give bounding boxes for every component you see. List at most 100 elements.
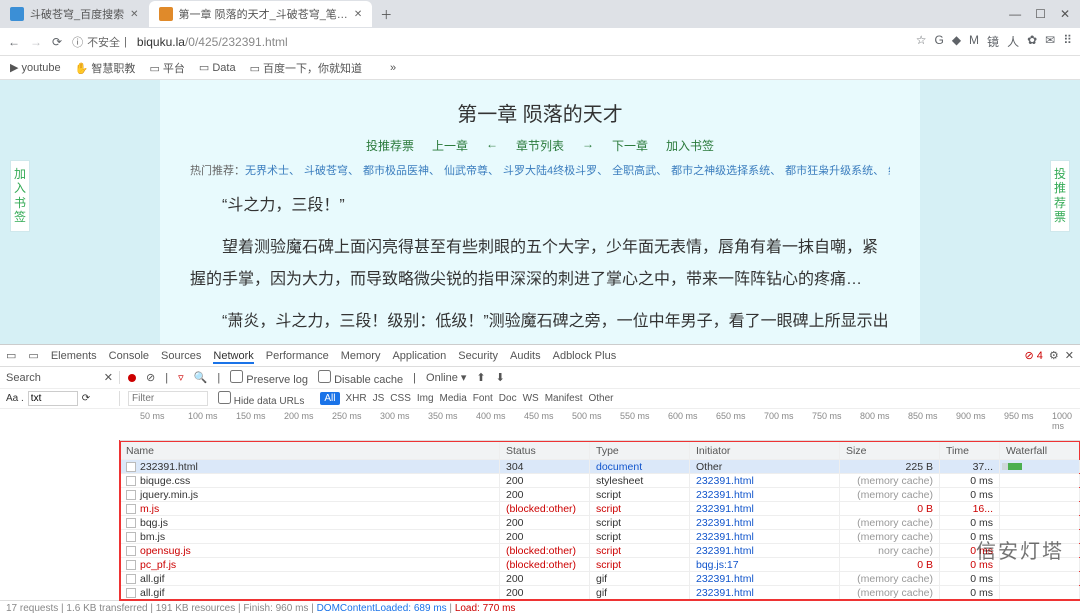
filter-category[interactable]: CSS — [390, 393, 411, 404]
paragraph: 望着测验魔石碑上面闪亮得甚至有些刺眼的五个大字，少年面无表情，唇角有着一抹自嘲，… — [190, 232, 890, 296]
close-icon[interactable]: ✕ — [354, 9, 362, 20]
download-icon[interactable]: ⬇ — [496, 371, 505, 384]
network-row[interactable]: bm.js200script232391.html(memory cache)0… — [120, 530, 1080, 544]
extension-icon[interactable]: ✿ — [1027, 33, 1037, 50]
devtools-tab[interactable]: Performance — [266, 350, 329, 362]
window-maximize-icon[interactable]: ☐ — [1035, 7, 1046, 21]
devtools-tab[interactable]: Application — [392, 350, 446, 362]
extension-icon[interactable]: 镜 — [987, 33, 999, 50]
window-close-icon[interactable]: ✕ — [1060, 7, 1070, 21]
nav-forward-icon[interactable]: → — [30, 35, 42, 49]
chapter-nav-link[interactable]: 上一章 — [432, 137, 468, 154]
hot-link[interactable]: 斗破苍穹、 — [304, 165, 359, 177]
network-row[interactable]: m.js(blocked:other)script232391.html0 B1… — [120, 502, 1080, 516]
network-row[interactable]: pc_pf.js(blocked:other)scriptbqg.js:170 … — [120, 558, 1080, 572]
devtools-tab[interactable]: Network — [213, 350, 253, 364]
search-input[interactable] — [28, 391, 78, 406]
chapter-nav-link[interactable]: 投推荐票 — [366, 137, 414, 154]
bookmark-item[interactable]: ▭ 百度一下，你就知道 — [250, 60, 362, 76]
filter-category[interactable]: Other — [589, 393, 614, 404]
extension-icon[interactable]: G — [934, 33, 943, 50]
filter-category[interactable]: Manifest — [545, 393, 583, 404]
bookmark-item[interactable]: ✋ 智慧职教 — [75, 60, 136, 76]
network-timeline[interactable]: 50 ms100 ms150 ms200 ms250 ms300 ms350 m… — [120, 409, 1080, 441]
network-row[interactable]: all.gif200gif232391.html(memory cache)0 … — [120, 586, 1080, 600]
close-icon[interactable]: ✕ — [130, 9, 138, 20]
chapter-nav-link[interactable]: 加入书签 — [666, 137, 714, 154]
filter-category[interactable]: Img — [417, 393, 434, 404]
network-toolbar: ⊘ | ▿ 🔍 | Preserve log Disable cache | O… — [120, 370, 513, 386]
security-chip[interactable]: ⓘ 不安全 | — [72, 34, 127, 50]
hide-data-urls-checkbox[interactable]: Hide data URLs — [218, 391, 304, 407]
devtools-tab[interactable]: Security — [458, 350, 498, 362]
hot-link[interactable]: 斗罗大陆4终极斗罗、 — [503, 165, 608, 177]
disable-cache-checkbox[interactable]: Disable cache — [318, 370, 403, 386]
refresh-icon[interactable]: ⟳ — [82, 393, 90, 404]
devtools-tab[interactable]: Memory — [341, 350, 381, 362]
filter-input[interactable] — [128, 391, 208, 406]
filter-icon[interactable]: ▿ — [178, 371, 184, 384]
hot-link[interactable]: 都市之神级选择系统、 — [671, 165, 781, 177]
clear-icon[interactable]: ⊘ — [146, 371, 155, 384]
extension-icon[interactable]: ✉ — [1045, 33, 1055, 50]
close-icon[interactable]: ✕ — [104, 371, 113, 384]
bookmark-item[interactable]: ▭ Data — [199, 61, 236, 74]
search-icon[interactable]: 🔍 — [194, 371, 208, 384]
filter-category[interactable]: XHR — [346, 393, 367, 404]
window-minimize-icon[interactable]: — — [1009, 7, 1021, 21]
bookmark-item[interactable]: » — [390, 62, 396, 74]
upload-icon[interactable]: ⬆ — [476, 371, 485, 384]
hot-link[interactable]: 都市极品医神、 — [363, 165, 440, 177]
hot-link[interactable]: 全职高武、 — [612, 165, 667, 177]
hot-link[interactable]: 终极修炼在都市、 — [888, 165, 890, 177]
chapter-nav-link[interactable]: 章节列表 — [516, 137, 564, 154]
throttle-select[interactable]: Online ▾ — [426, 371, 466, 384]
preserve-log-checkbox[interactable]: Preserve log — [230, 370, 308, 386]
filter-category[interactable]: WS — [523, 393, 539, 404]
side-button-bookmark[interactable]: 加入书签 — [10, 160, 30, 232]
device-icon[interactable]: ▭ — [28, 349, 38, 362]
reload-icon[interactable]: ⟳ — [52, 35, 62, 49]
extension-icon[interactable]: ☆ — [916, 33, 927, 50]
hot-link[interactable]: 无界术士、 — [245, 165, 300, 177]
settings-icon[interactable]: ⚙ — [1049, 349, 1059, 362]
network-row[interactable]: biquge.css200stylesheet232391.html(memor… — [120, 474, 1080, 488]
bookmark-item[interactable]: ▭ 平台 — [149, 60, 184, 76]
devtools-tab[interactable]: Sources — [161, 350, 201, 362]
devtools-tab[interactable]: Adblock Plus — [553, 350, 617, 362]
close-icon[interactable]: ✕ — [1065, 349, 1074, 362]
network-row[interactable]: opensug.js(blocked:other)script232391.ht… — [120, 544, 1080, 558]
record-icon[interactable] — [128, 374, 136, 382]
side-button-vote[interactable]: 投推荐票 — [1050, 160, 1070, 232]
filter-category[interactable]: Doc — [499, 393, 517, 404]
new-tab-button[interactable]: ＋ — [372, 6, 400, 23]
devtools-tab[interactable]: Audits — [510, 350, 541, 362]
devtools-tab[interactable]: Console — [109, 350, 149, 362]
filter-category[interactable]: Media — [440, 393, 467, 404]
browser-tab[interactable]: 斗破苍穹_百度搜索 ✕ — [0, 1, 149, 27]
address-bar[interactable]: biquku.la/0/425/232391.html — [137, 35, 906, 49]
extension-icon[interactable]: M — [969, 33, 979, 50]
devtools-tab[interactable]: Elements — [51, 350, 97, 362]
chapter-nav-link[interactable]: → — [582, 137, 594, 154]
inspect-icon[interactable]: ▭ — [6, 349, 16, 362]
hot-link[interactable]: 都市狂枭升级系统、 — [785, 165, 884, 177]
chapter-nav-link[interactable]: ← — [486, 137, 498, 154]
extension-icon[interactable]: ◆ — [952, 33, 961, 50]
hot-link[interactable]: 仙武帝尊、 — [444, 165, 499, 177]
search-pane-header: Search ✕ — [0, 371, 120, 384]
filter-category[interactable]: Font — [473, 393, 493, 404]
network-row[interactable]: jquery.min.js200script232391.html(memory… — [120, 488, 1080, 502]
devtools-panel: ▭ ▭ Elements Console Sources Network Perform… — [0, 344, 1080, 616]
chapter-nav-link[interactable]: 下一章 — [612, 137, 648, 154]
extension-icon[interactable]: ⠿ — [1063, 33, 1072, 50]
network-row[interactable]: 232391.html304documentOther225 B37... — [120, 460, 1080, 474]
browser-tab-active[interactable]: 第一章 陨落的天才_斗破苍穹_笔… ✕ — [149, 1, 373, 27]
error-badge[interactable]: ⊘ 4 — [1025, 349, 1043, 362]
nav-back-icon[interactable]: ← — [8, 35, 20, 49]
extension-icon[interactable]: 人 — [1007, 33, 1019, 50]
network-row[interactable]: bqg.js200script232391.html(memory cache)… — [120, 516, 1080, 530]
filter-category[interactable]: JS — [373, 393, 385, 404]
filter-category[interactable]: All — [320, 392, 339, 405]
bookmark-item[interactable]: ▶ youtube — [10, 61, 61, 74]
